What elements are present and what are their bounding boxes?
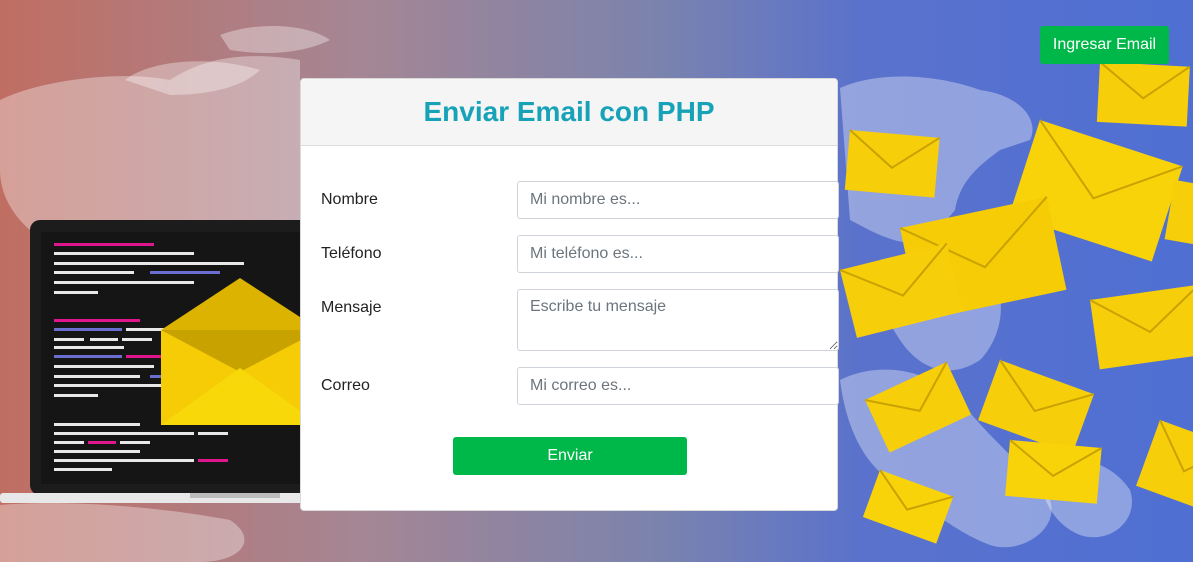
nombre-label: Nombre xyxy=(321,191,378,208)
telefono-label: Teléfono xyxy=(321,245,382,262)
card-header: Enviar Email con PHP xyxy=(301,79,837,146)
mensaje-label: Mensaje xyxy=(321,299,382,316)
telefono-input[interactable] xyxy=(517,235,839,273)
email-form-card: Enviar Email con PHP Nombre Teléfono Men… xyxy=(300,78,839,511)
ingresar-email-button[interactable]: Ingresar Email xyxy=(1040,26,1169,64)
correo-label: Correo xyxy=(321,377,370,394)
enviar-button[interactable]: Enviar xyxy=(453,437,687,475)
mensaje-textarea[interactable] xyxy=(517,289,839,351)
correo-input[interactable] xyxy=(517,367,839,405)
nombre-input[interactable] xyxy=(517,181,839,219)
page-title: Enviar Email con PHP xyxy=(423,96,715,127)
